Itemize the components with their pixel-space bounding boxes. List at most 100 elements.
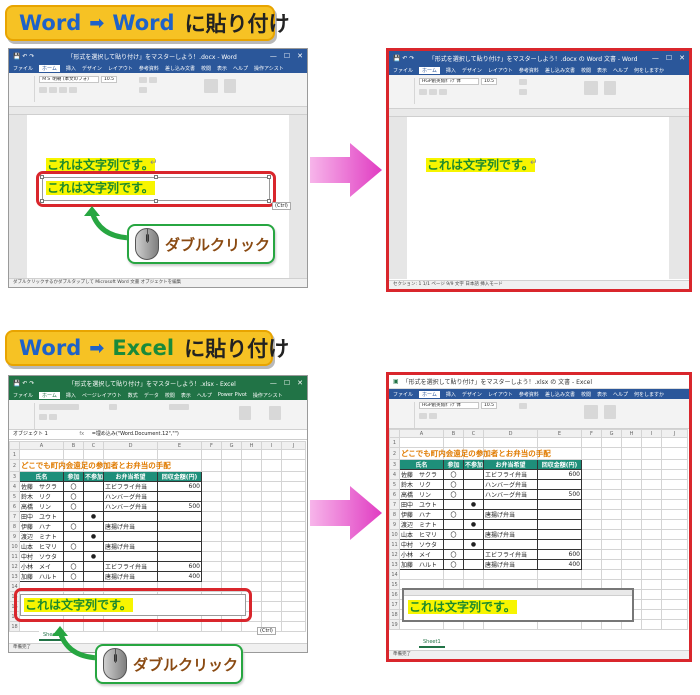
row-header[interactable]: 8 [9,521,20,532]
cell[interactable]: ハンバーグ弁当 [483,479,538,490]
tab-home[interactable]: ホーム [39,391,60,399]
cell[interactable] [463,489,484,500]
cell[interactable]: 500 [157,501,202,512]
numbering-button[interactable] [149,77,157,83]
cell[interactable] [443,569,464,580]
tab-file[interactable]: ファイル [13,392,33,399]
cell[interactable]: 田中 ユウト [399,499,444,510]
bold-button[interactable] [419,413,427,419]
table-header-cell[interactable]: 参加 [63,471,84,482]
cell[interactable]: 〇 [443,489,464,500]
cell[interactable] [241,521,262,532]
cell[interactable]: 唐揚げ弁当 [483,559,538,570]
cell[interactable]: 山本 ヒマリ [399,529,444,540]
cell[interactable] [443,539,464,550]
cell[interactable] [201,621,222,632]
cell[interactable] [581,447,602,460]
cell[interactable] [641,549,662,560]
cell[interactable]: ● [463,519,484,530]
cell[interactable]: エビフライ弁当 [483,469,538,480]
column-header[interactable]: I [261,441,282,450]
cell[interactable] [281,621,306,632]
column-header[interactable]: G [601,429,622,438]
formula-text[interactable]: =埋め込み("Word.Document.12","") [92,431,179,437]
cell[interactable] [661,479,688,490]
italic-button[interactable] [49,414,57,420]
cell[interactable] [261,581,282,592]
cell[interactable]: ● [83,531,104,542]
cell[interactable] [201,501,222,512]
font-size-field[interactable]: 10.5 [101,76,117,83]
paste-options-button[interactable]: (Ctrl) [257,627,276,635]
row-header[interactable]: 12 [389,549,400,560]
cell[interactable] [281,481,306,492]
row-header[interactable]: 4 [9,481,20,492]
cell[interactable] [601,549,622,560]
sheet-title-cell[interactable]: どこでも町内会遠足の参加者とお弁当の手配 [19,459,171,472]
cell[interactable] [661,437,688,448]
cell[interactable] [661,549,688,560]
cell[interactable] [621,509,642,520]
cell[interactable] [621,549,642,560]
cell[interactable] [621,569,642,580]
font-size-field[interactable]: 10.5 [481,402,497,409]
row-header[interactable]: 2 [389,447,400,460]
table-header-cell[interactable]: 氏名 [399,459,444,470]
tab-mailings[interactable]: 差し込み文書 [545,391,575,398]
cell[interactable] [83,561,104,572]
column-header[interactable]: J [281,441,306,450]
italic-button[interactable] [429,89,437,95]
cell[interactable] [537,519,582,530]
cell[interactable] [201,491,222,502]
minimize-icon[interactable]: — [652,54,659,62]
cell[interactable]: 600 [537,549,582,560]
cell[interactable]: 〇 [443,509,464,520]
cell[interactable] [661,459,688,470]
cell[interactable]: 小林 メイ [399,549,444,560]
bullets-button[interactable] [139,77,147,83]
cell[interactable] [281,521,306,532]
cell[interactable] [483,569,538,580]
styles-button[interactable] [584,405,598,419]
tab-design[interactable]: デザイン [82,65,102,72]
cell[interactable] [221,459,242,472]
cell[interactable] [63,551,84,562]
cell[interactable] [241,449,262,460]
table-header-cell[interactable]: お弁当希望 [483,459,538,470]
cell[interactable]: ● [83,511,104,522]
cell[interactable] [241,531,262,542]
cell[interactable] [661,599,688,610]
close-icon[interactable]: ✕ [297,379,303,387]
column-header[interactable]: C [463,429,484,438]
align-button[interactable] [109,404,117,410]
cells-button[interactable] [239,406,251,420]
cell[interactable] [661,539,688,550]
tab-review[interactable]: 校閲 [581,67,591,74]
cell[interactable] [157,449,202,460]
cell[interactable] [601,447,622,460]
cell[interactable] [443,519,464,530]
cell[interactable] [221,541,242,552]
cell[interactable] [261,459,282,472]
italic-button[interactable] [49,87,57,93]
tab-file[interactable]: ファイル [393,391,413,398]
cell[interactable] [537,529,582,540]
tab-file[interactable]: ファイル [393,67,413,74]
cell[interactable] [261,521,282,532]
row-header[interactable]: 5 [389,479,400,490]
cell[interactable] [621,459,642,470]
cell[interactable] [157,551,202,562]
cell[interactable] [19,449,64,460]
tab-layout[interactable]: レイアウト [488,391,513,398]
cell[interactable] [621,559,642,570]
cell[interactable] [621,529,642,540]
cell[interactable] [157,541,202,552]
cell[interactable]: 唐揚げ弁当 [103,521,158,532]
column-header[interactable]: J [661,429,688,438]
cell[interactable]: 〇 [443,549,464,560]
tab-home[interactable]: ホーム [39,64,60,72]
column-header[interactable]: D [483,429,538,438]
cell[interactable] [483,539,538,550]
tab-mailings[interactable]: 差し込み文書 [545,67,575,74]
cell[interactable] [221,491,242,502]
